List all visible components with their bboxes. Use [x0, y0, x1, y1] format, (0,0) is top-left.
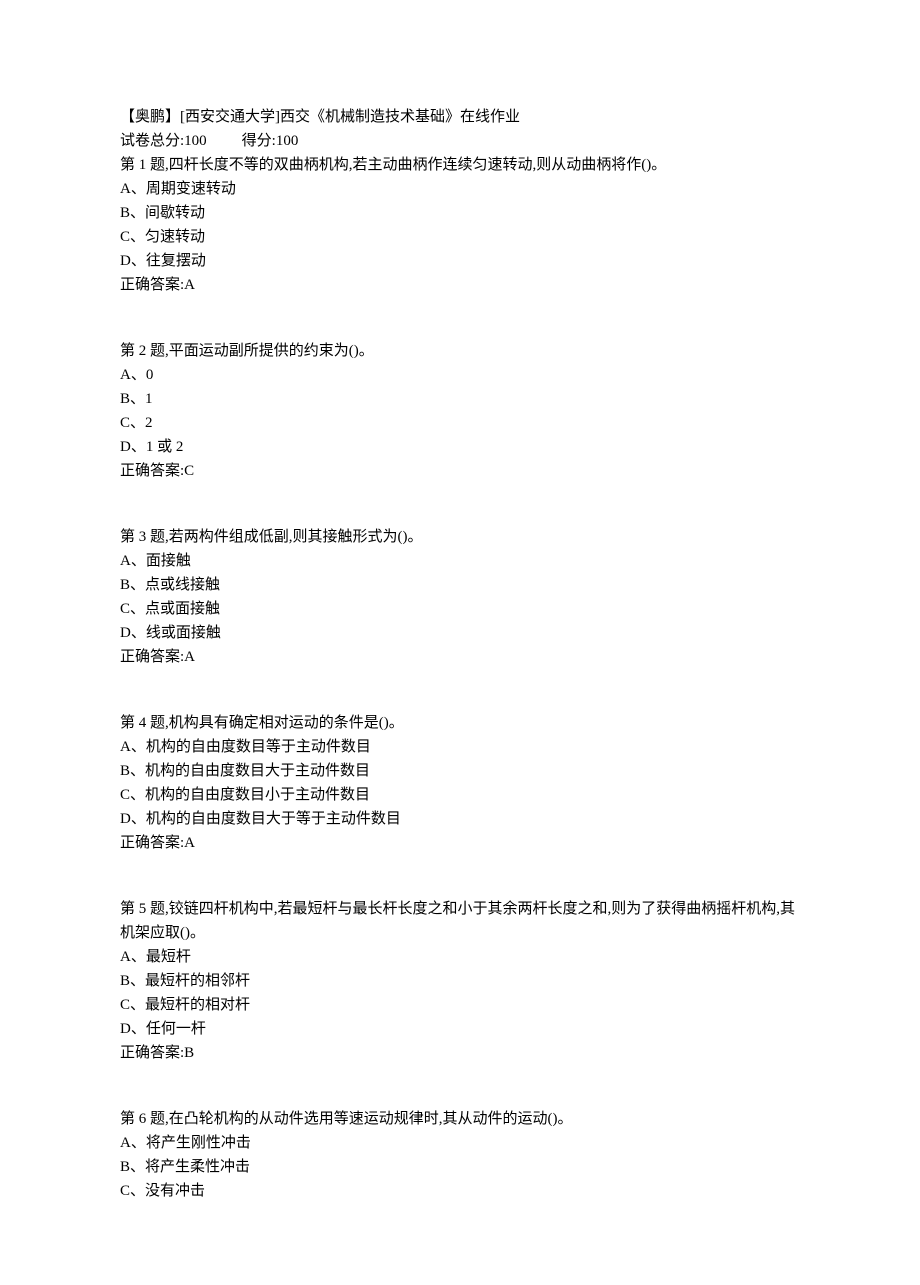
question-block: 第 6 题,在凸轮机构的从动件选用等速运动规律时,其从动件的运动()。A、将产生… — [120, 1107, 800, 1203]
question-option: A、面接触 — [120, 549, 800, 573]
correct-answer: 正确答案:A — [120, 273, 800, 297]
question-option: C、匀速转动 — [120, 225, 800, 249]
question-option: C、最短杆的相对杆 — [120, 993, 800, 1017]
score-line: 试卷总分:100 得分:100 — [120, 129, 800, 153]
question-option: D、1 或 2 — [120, 435, 800, 459]
question-stem: 第 4 题,机构具有确定相对运动的条件是()。 — [120, 711, 800, 735]
question-option: A、周期变速转动 — [120, 177, 800, 201]
question-option: B、点或线接触 — [120, 573, 800, 597]
total-score-label: 试卷总分:100 — [120, 133, 207, 149]
question-block: 第 2 题,平面运动副所提供的约束为()。A、0B、1C、2D、1 或 2正确答… — [120, 339, 800, 483]
question-option: D、机构的自由度数目大于等于主动件数目 — [120, 807, 800, 831]
question-option: C、点或面接触 — [120, 597, 800, 621]
question-option: D、往复摆动 — [120, 249, 800, 273]
question-option: A、机构的自由度数目等于主动件数目 — [120, 735, 800, 759]
question-stem: 第 5 题,铰链四杆机构中,若最短杆与最长杆长度之和小于其余两杆长度之和,则为了… — [120, 897, 800, 945]
question-option: A、最短杆 — [120, 945, 800, 969]
question-option: C、机构的自由度数目小于主动件数目 — [120, 783, 800, 807]
question-block: 第 4 题,机构具有确定相对运动的条件是()。A、机构的自由度数目等于主动件数目… — [120, 711, 800, 855]
document-title: 【奥鹏】[西安交通大学]西交《机械制造技术基础》在线作业 — [120, 105, 800, 129]
correct-answer: 正确答案:B — [120, 1041, 800, 1065]
question-option: B、1 — [120, 387, 800, 411]
question-option: D、线或面接触 — [120, 621, 800, 645]
correct-answer: 正确答案:A — [120, 645, 800, 669]
question-option: C、2 — [120, 411, 800, 435]
question-option: A、将产生刚性冲击 — [120, 1131, 800, 1155]
question-stem: 第 6 题,在凸轮机构的从动件选用等速运动规律时,其从动件的运动()。 — [120, 1107, 800, 1131]
questions-container: 第 1 题,四杆长度不等的双曲柄机构,若主动曲柄作连续匀速转动,则从动曲柄将作(… — [120, 153, 800, 1203]
question-block: 第 3 题,若两构件组成低副,则其接触形式为()。A、面接触B、点或线接触C、点… — [120, 525, 800, 669]
question-option: B、将产生柔性冲击 — [120, 1155, 800, 1179]
question-option: D、任何一杆 — [120, 1017, 800, 1041]
question-option: C、没有冲击 — [120, 1179, 800, 1203]
question-option: A、0 — [120, 363, 800, 387]
question-stem: 第 1 题,四杆长度不等的双曲柄机构,若主动曲柄作连续匀速转动,则从动曲柄将作(… — [120, 153, 800, 177]
document-header: 【奥鹏】[西安交通大学]西交《机械制造技术基础》在线作业 试卷总分:100 得分:… — [120, 105, 800, 153]
question-option: B、机构的自由度数目大于主动件数目 — [120, 759, 800, 783]
question-block: 第 5 题,铰链四杆机构中,若最短杆与最长杆长度之和小于其余两杆长度之和,则为了… — [120, 897, 800, 1065]
correct-answer: 正确答案:C — [120, 459, 800, 483]
question-option: B、间歇转动 — [120, 201, 800, 225]
question-block: 第 1 题,四杆长度不等的双曲柄机构,若主动曲柄作连续匀速转动,则从动曲柄将作(… — [120, 153, 800, 297]
score-label: 得分:100 — [242, 133, 299, 149]
question-stem: 第 3 题,若两构件组成低副,则其接触形式为()。 — [120, 525, 800, 549]
question-stem: 第 2 题,平面运动副所提供的约束为()。 — [120, 339, 800, 363]
question-option: B、最短杆的相邻杆 — [120, 969, 800, 993]
correct-answer: 正确答案:A — [120, 831, 800, 855]
